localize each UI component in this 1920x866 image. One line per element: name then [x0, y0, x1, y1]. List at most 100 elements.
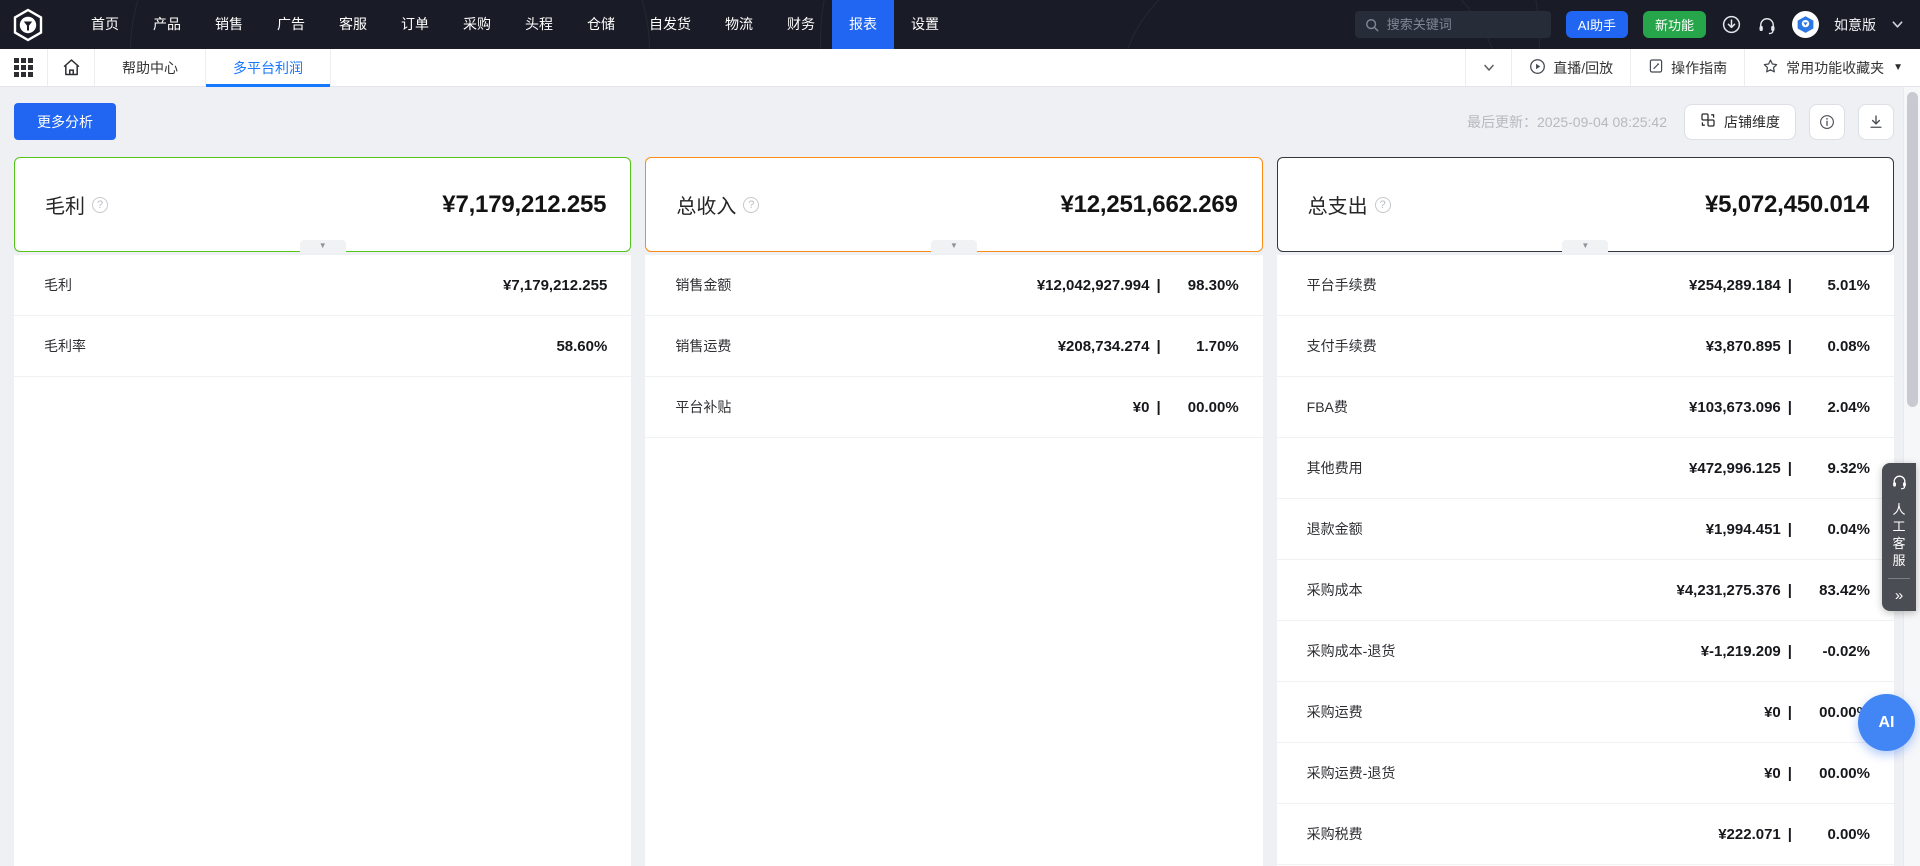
metric-row: 销售运费 ¥208,734.274 | 1.70% [645, 316, 1262, 377]
metric-amount: 58.60% [556, 338, 607, 355]
app-logo-icon[interactable] [12, 8, 44, 42]
edition-label[interactable]: 如意版 [1834, 15, 1876, 35]
metric-row: 采购税费 ¥222.071 | 0.00% [1277, 804, 1894, 865]
stat-card-body: 销售金额 ¥12,042,927.994 | 98.30% 销售运费 ¥208,… [645, 255, 1262, 866]
home-icon[interactable] [48, 49, 95, 86]
download-client-icon[interactable] [1721, 14, 1742, 35]
apps-grid-icon[interactable] [0, 49, 48, 86]
metric-amount: ¥4,231,275.376 [1677, 582, 1781, 599]
metric-percent: 1.70% [1161, 338, 1239, 355]
topnav-right: AI助手 新功能 如意版 [1355, 11, 1904, 38]
headset-icon[interactable] [1757, 15, 1777, 35]
metric-amount: ¥-1,219.209 [1701, 643, 1781, 660]
metric-amount: ¥222.071 [1718, 826, 1781, 843]
global-search[interactable] [1355, 11, 1551, 38]
metric-label: 其他费用 [1307, 458, 1363, 478]
metric-percent: 0.04% [1792, 521, 1870, 538]
operation-guide-link[interactable]: 操作指南 [1630, 49, 1744, 86]
metric-label: 销售金额 [675, 275, 731, 295]
topnav-menu-item[interactable]: 仓储 [570, 0, 632, 49]
caret-down-icon: ▼ [1893, 62, 1903, 73]
more-analysis-button[interactable]: 更多分析 [14, 103, 116, 140]
metric-percent: 0.00% [1792, 826, 1870, 843]
metric-row: 平台手续费 ¥254,289.184 | 5.01% [1277, 255, 1894, 316]
search-input[interactable] [1387, 17, 1541, 32]
tabs-collapse-chevron-icon[interactable] [1465, 49, 1511, 86]
collapse-card-button[interactable]: ▼ [300, 240, 346, 253]
help-icon[interactable]: ? [1375, 197, 1391, 213]
ai-assistant-button[interactable]: AI助手 [1566, 11, 1628, 38]
topnav-menu-item[interactable]: 财务 [770, 0, 832, 49]
metric-label: 采购运费-退货 [1307, 763, 1396, 783]
card-title: 总收入 ? [676, 190, 759, 219]
topnav-menu-item[interactable]: 产品 [136, 0, 198, 49]
metric-label: 采购成本-退货 [1307, 641, 1396, 661]
favorites-label: 常用功能收藏夹 [1786, 58, 1884, 78]
help-icon[interactable]: ? [92, 197, 108, 213]
metric-row: 毛利 ¥7,179,212.255 [14, 255, 631, 316]
metric-label: 平台补贴 [675, 397, 731, 417]
stat-card: 总收入 ? ¥12,251,662.269 ▼ 销售金额 ¥12,042,927… [645, 157, 1262, 866]
help-icon[interactable]: ? [743, 197, 759, 213]
open-tabs: 帮助中心多平台利润 [95, 49, 331, 86]
card-title: 毛利 ? [45, 190, 108, 219]
dimension-switch-icon [1700, 112, 1716, 131]
metric-percent: 0.08% [1792, 338, 1870, 355]
topnav-menu-item[interactable]: 物流 [708, 0, 770, 49]
topnav-menu-item[interactable]: 报表 [832, 0, 894, 49]
chevron-down-icon[interactable] [1891, 18, 1904, 31]
metric-amount: ¥254,289.184 [1689, 277, 1781, 294]
metric-amount: ¥0 [1133, 399, 1150, 416]
topnav-menu-item[interactable]: 销售 [198, 0, 260, 49]
collapse-panel-button[interactable]: » [1882, 579, 1916, 611]
caret-down-icon: ▼ [319, 242, 327, 250]
ai-fab-button[interactable]: AI [1858, 694, 1915, 751]
search-icon [1365, 18, 1379, 32]
customer-service-panel[interactable]: 人工客服 » [1882, 463, 1916, 611]
tab-帮助中心[interactable]: 帮助中心 [95, 49, 206, 86]
topnav-menu-item[interactable]: 设置 [894, 0, 956, 49]
metric-row: 毛利率 58.60% [14, 316, 631, 377]
stat-card-header: 总支出 ? ¥5,072,450.014 ▼ [1277, 157, 1894, 252]
topnav-menu-item[interactable]: 首页 [74, 0, 136, 49]
metric-amount: ¥103,673.096 [1689, 399, 1781, 416]
metric-row: FBA费 ¥103,673.096 | 2.04% [1277, 377, 1894, 438]
live-replay-link[interactable]: 直播/回放 [1511, 49, 1630, 86]
topnav-menu-item[interactable]: 广告 [260, 0, 322, 49]
topnav-menu-item[interactable]: 自发货 [632, 0, 708, 49]
card-total-value: ¥5,072,450.014 [1705, 191, 1869, 219]
operation-guide-label: 操作指南 [1671, 58, 1727, 78]
metric-row: 其他费用 ¥472,996.125 | 9.32% [1277, 438, 1894, 499]
topnav-menu-item[interactable]: 客服 [322, 0, 384, 49]
metric-percent: 00.00% [1161, 399, 1239, 416]
metric-amount: ¥0 [1764, 765, 1781, 782]
tab-多平台利润[interactable]: 多平台利润 [206, 49, 331, 86]
user-avatar[interactable] [1792, 11, 1819, 38]
metric-percent: 9.32% [1792, 460, 1870, 477]
headset-icon [1891, 473, 1908, 495]
metric-label: 采购运费 [1307, 702, 1363, 722]
info-button[interactable] [1809, 104, 1845, 140]
metric-label: 支付手续费 [1307, 336, 1377, 356]
collapse-card-button[interactable]: ▼ [931, 240, 977, 253]
stat-cards: 毛利 ? ¥7,179,212.255 ▼ 毛利 ¥7,179,212.255 … [14, 157, 1894, 866]
metric-amount: ¥0 [1764, 704, 1781, 721]
content-area: 更多分析 最后更新：2025-09-04 08:25:42 店铺维度 [0, 87, 1920, 866]
metric-row: 采购成本 ¥4,231,275.376 | 83.42% [1277, 560, 1894, 621]
download-button[interactable] [1858, 104, 1894, 140]
metric-label: 毛利 [44, 275, 72, 295]
metric-row: 采购运费 ¥0 | 00.00% [1277, 682, 1894, 743]
collapse-card-button[interactable]: ▼ [1562, 240, 1608, 253]
scrollbar-thumb[interactable] [1907, 92, 1918, 407]
metric-amount: ¥7,179,212.255 [503, 277, 607, 294]
topnav-menu-item[interactable]: 采购 [446, 0, 508, 49]
metric-row: 平台补贴 ¥0 | 00.00% [645, 377, 1262, 438]
favorites-dropdown[interactable]: 常用功能收藏夹 ▼ [1744, 49, 1920, 86]
stat-card: 毛利 ? ¥7,179,212.255 ▼ 毛利 ¥7,179,212.255 … [14, 157, 631, 866]
topnav-menu-item[interactable]: 头程 [508, 0, 570, 49]
play-circle-icon [1529, 58, 1546, 78]
store-dimension-button[interactable]: 店铺维度 [1684, 104, 1796, 140]
live-replay-label: 直播/回放 [1553, 58, 1613, 78]
topnav-menu-item[interactable]: 订单 [384, 0, 446, 49]
new-features-button[interactable]: 新功能 [1643, 11, 1706, 38]
